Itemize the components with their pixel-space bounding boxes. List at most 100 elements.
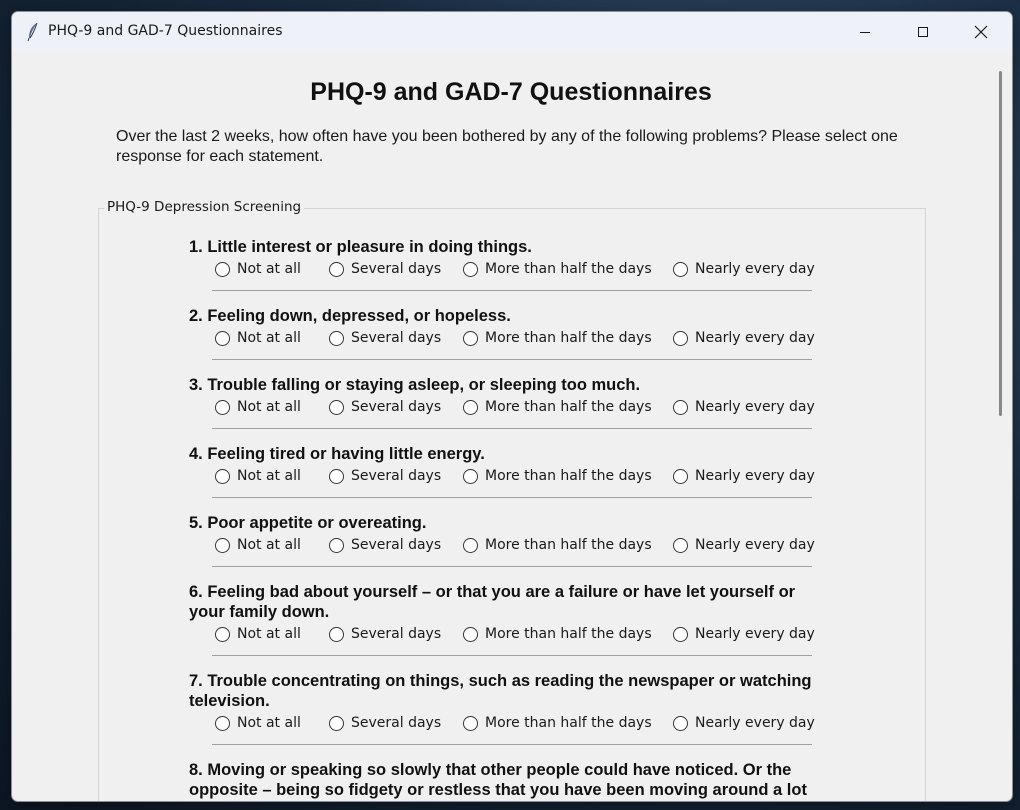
option-label: Several days — [351, 261, 442, 277]
answer-option[interactable]: Nearly every day — [673, 537, 815, 553]
answer-option[interactable]: Not at all — [215, 330, 301, 346]
answer-option[interactable]: Nearly every day — [673, 261, 815, 277]
minimize-button[interactable] — [842, 12, 888, 51]
radio-button[interactable] — [329, 626, 344, 642]
radio-button[interactable] — [463, 715, 478, 731]
radio-button[interactable] — [329, 330, 344, 346]
maximize-button[interactable] — [900, 12, 946, 51]
page-title: PHQ-9 and GAD-7 Questionnaires — [310, 78, 712, 106]
answer-option[interactable]: More than half the days — [463, 468, 652, 484]
option-label: Several days — [351, 626, 442, 642]
option-label: More than half the days — [485, 468, 652, 484]
answer-option[interactable]: More than half the days — [463, 626, 652, 642]
close-icon — [974, 25, 988, 38]
radio-button[interactable] — [463, 468, 478, 484]
answer-option[interactable]: Nearly every day — [673, 626, 815, 642]
option-label: Not at all — [237, 261, 301, 277]
answer-option[interactable]: Several days — [329, 330, 441, 346]
radio-button[interactable] — [329, 399, 344, 415]
window-title: PHQ-9 and GAD-7 Questionnaires — [48, 23, 283, 39]
feather-icon — [27, 22, 38, 42]
radio-button[interactable] — [463, 399, 478, 415]
option-label: Several days — [351, 330, 442, 346]
radio-button[interactable] — [215, 468, 230, 484]
option-label: Nearly every day — [695, 261, 815, 277]
option-label: More than half the days — [485, 715, 652, 731]
separator-line — [212, 497, 812, 498]
answer-option[interactable]: Several days — [329, 626, 441, 642]
radio-button[interactable] — [215, 399, 230, 415]
radio-button[interactable] — [329, 468, 344, 484]
radio-button[interactable] — [215, 261, 230, 277]
radio-button[interactable] — [673, 399, 688, 415]
radio-button[interactable] — [463, 626, 478, 642]
radio-button[interactable] — [329, 715, 344, 731]
radio-button[interactable] — [463, 330, 478, 346]
option-label: Not at all — [237, 468, 301, 484]
question-text: 3. Trouble falling or staying asleep, or… — [189, 376, 641, 394]
radio-button[interactable] — [215, 715, 230, 731]
radio-button[interactable] — [673, 468, 688, 484]
answer-option[interactable]: Several days — [329, 537, 441, 553]
separator-line — [212, 655, 812, 656]
phq9-group-box — [98, 208, 926, 801]
option-label: More than half the days — [485, 261, 652, 277]
answer-option[interactable]: Not at all — [215, 399, 301, 415]
answer-option[interactable]: Several days — [329, 261, 441, 277]
radio-button[interactable] — [329, 261, 344, 277]
separator-line — [212, 566, 812, 567]
answer-option[interactable]: Several days — [329, 468, 441, 484]
radio-button[interactable] — [673, 261, 688, 277]
answer-option[interactable]: Nearly every day — [673, 468, 815, 484]
radio-button[interactable] — [329, 537, 344, 553]
radio-button[interactable] — [673, 715, 688, 731]
question-text: 8. Moving or speaking so slowly that oth… — [189, 761, 807, 799]
app-window: PHQ-9 and GAD-7 Questionnaires PHQ-9 and… — [11, 11, 1013, 802]
question-text: 2. Feeling down, depressed, or hopeless. — [189, 307, 511, 325]
separator-line — [212, 744, 812, 745]
answer-option[interactable]: More than half the days — [463, 715, 652, 731]
answer-option[interactable]: Not at all — [215, 261, 301, 277]
answer-option[interactable]: More than half the days — [463, 399, 652, 415]
radio-button[interactable] — [673, 330, 688, 346]
answer-option[interactable]: Nearly every day — [673, 715, 815, 731]
option-label: More than half the days — [485, 626, 652, 642]
radio-button[interactable] — [673, 537, 688, 553]
separator-line — [212, 359, 812, 360]
answer-option[interactable]: Several days — [329, 399, 441, 415]
answer-option[interactable]: Not at all — [215, 626, 301, 642]
question-text: 4. Feeling tired or having little energy… — [189, 445, 485, 463]
radio-button[interactable] — [215, 330, 230, 346]
answer-option[interactable]: More than half the days — [463, 330, 652, 346]
minimize-icon — [860, 31, 870, 33]
option-label: Nearly every day — [695, 715, 815, 731]
instructions-text: Over the last 2 weeks, how often have yo… — [116, 128, 898, 165]
separator-line — [212, 290, 812, 291]
option-label: Nearly every day — [695, 468, 815, 484]
option-label: More than half the days — [485, 537, 652, 553]
answer-option[interactable]: More than half the days — [463, 261, 652, 277]
title-bar[interactable]: PHQ-9 and GAD-7 Questionnaires — [12, 12, 1012, 51]
radio-button[interactable] — [673, 626, 688, 642]
answer-option[interactable]: Not at all — [215, 468, 301, 484]
vertical-scrollbar[interactable] — [999, 71, 1002, 416]
answer-option[interactable]: More than half the days — [463, 537, 652, 553]
option-label: Not at all — [237, 626, 301, 642]
answer-option[interactable]: Not at all — [215, 537, 301, 553]
radio-button[interactable] — [463, 537, 478, 553]
answer-option[interactable]: Not at all — [215, 715, 301, 731]
radio-button[interactable] — [215, 626, 230, 642]
close-button[interactable] — [958, 12, 1004, 51]
answer-option[interactable]: Several days — [329, 715, 441, 731]
option-label: More than half the days — [485, 330, 652, 346]
radio-button[interactable] — [215, 537, 230, 553]
answer-option[interactable]: Nearly every day — [673, 399, 815, 415]
radio-button[interactable] — [463, 261, 478, 277]
question-text: 7. Trouble concentrating on things, such… — [189, 672, 812, 710]
question-text: 5. Poor appetite or overeating. — [189, 514, 427, 532]
answer-option[interactable]: Nearly every day — [673, 330, 815, 346]
question-text: 1. Little interest or pleasure in doing … — [189, 238, 532, 256]
question-text: 6. Feeling bad about yourself – or that … — [189, 583, 796, 621]
option-label: Several days — [351, 715, 442, 731]
option-label: Not at all — [237, 715, 301, 731]
